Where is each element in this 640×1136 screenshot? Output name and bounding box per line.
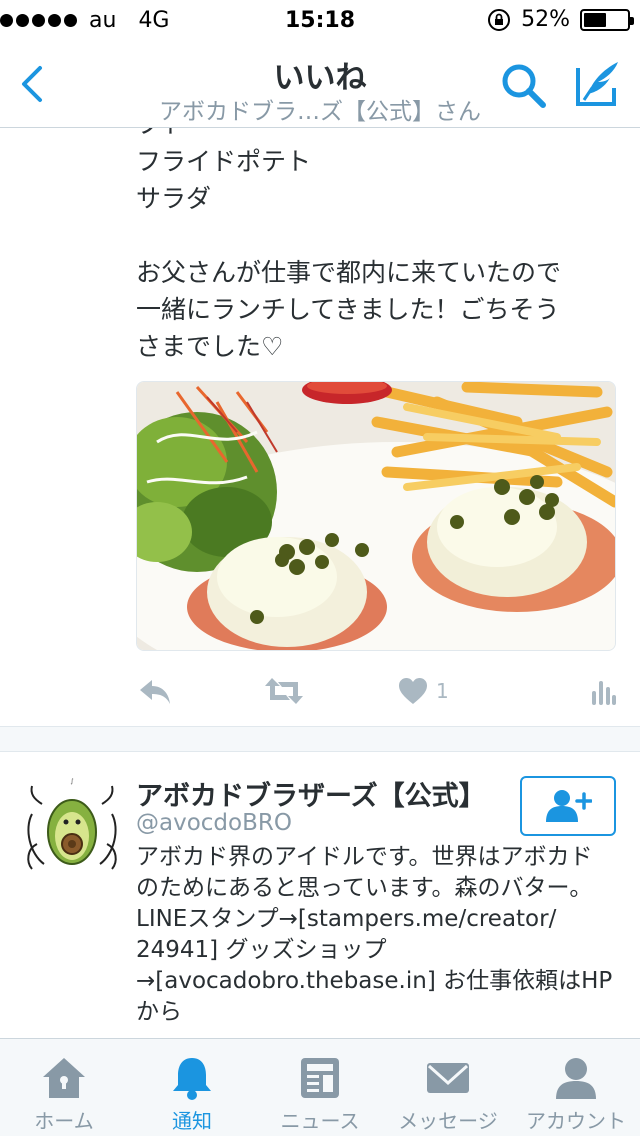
profile-handle: @avocdoBRO [136, 810, 292, 836]
bio-line: のためにあると思っています。森のバター。 [136, 875, 593, 901]
tweet-line: フライドポテト [136, 147, 312, 176]
heart-icon [399, 678, 427, 704]
battery-icon [580, 8, 634, 31]
bio-line: LINEスタンプ→[stampers.me/creator/ [136, 906, 557, 932]
bell-icon [173, 1058, 211, 1100]
status-right: 52% [487, 7, 634, 32]
news-icon [301, 1058, 339, 1098]
tweet-line: さまでした♡ [136, 332, 284, 361]
retweet-button[interactable] [264, 669, 304, 713]
status-bar: au 4G 15:18 52% [0, 0, 640, 40]
envelope-icon [427, 1063, 469, 1093]
section-separator [0, 726, 640, 752]
food-photo [137, 382, 615, 650]
bio-line: アボカド界のアイドルです。世界はアボカド [136, 844, 593, 870]
retweet-icon [265, 678, 303, 704]
like-button[interactable]: 1 [398, 669, 449, 713]
avocado-avatar-icon: ∫ [22, 774, 122, 874]
tab-messages[interactable]: メッセージ [384, 1039, 512, 1136]
orientation-lock-icon [488, 8, 511, 31]
avatar[interactable]: ∫ [22, 774, 122, 874]
tweet-line: お父さんが仕事で都内に来ていたので [136, 258, 562, 287]
tab-news[interactable]: ニュース [256, 1039, 384, 1136]
tweet-line [136, 217, 616, 254]
tweet-text: フト フライドポテト サラダ お父さんが仕事で都内に来ていたので 一緒にランチし… [136, 128, 616, 365]
analytics-icon [592, 681, 616, 705]
tab-home-label: ホーム [34, 1109, 94, 1133]
bio-line: 24941] グッズショップ [136, 937, 387, 963]
bio-line: →[avocadobro.thebase.in] お仕事依頼はHP [136, 968, 613, 994]
analytics-button[interactable] [592, 669, 616, 713]
battery-percent: 52% [521, 7, 570, 32]
tweet-line: フト [136, 128, 616, 143]
bio-line: から [136, 999, 182, 1025]
profile-bio: アボカド界のアイドルです。世界はアボカド のためにあると思っています。森のバター… [136, 842, 626, 1028]
tweet-actions: 1 [0, 669, 640, 713]
svg-text:∫: ∫ [70, 778, 73, 785]
reply-button[interactable] [138, 669, 172, 713]
tab-account[interactable]: アカウント [512, 1039, 640, 1136]
tab-messages-label: メッセージ [398, 1109, 498, 1133]
like-count: 1 [436, 679, 449, 703]
search-icon[interactable] [498, 60, 548, 110]
tab-notifications[interactable]: 通知 [128, 1039, 256, 1136]
navigation-bar: いいね アボカドブラ…ズ【公式】さん [0, 40, 640, 128]
follow-button[interactable] [520, 776, 616, 836]
tab-news-label: ニュース [280, 1109, 360, 1133]
tab-bar: ホーム 通知 ニュース メッセージ アカウント [0, 1038, 640, 1136]
tweet[interactable]: フト フライドポテト サラダ お父さんが仕事で都内に来ていたので 一緒にランチし… [0, 128, 640, 726]
tweet-line: サラダ [136, 184, 212, 213]
tab-notifications-label: 通知 [172, 1109, 212, 1133]
battery-level [584, 12, 606, 27]
compose-icon[interactable] [570, 58, 622, 110]
home-icon [43, 1058, 85, 1098]
profile-name[interactable]: アボカドブラザーズ【公式】 [136, 774, 486, 813]
profile-card[interactable]: ∫ アボカドブラザーズ【公式】 @avocdoBRO アボカド界のアイドルです。… [0, 752, 640, 1036]
tweet-photo[interactable] [136, 381, 616, 651]
add-user-icon [546, 790, 592, 822]
tab-account-label: アカウント [526, 1109, 626, 1133]
reply-icon [140, 680, 170, 704]
tab-home[interactable]: ホーム [0, 1039, 128, 1136]
person-icon [556, 1058, 596, 1099]
tweet-line: 一緒にランチしてきました！ごちそう [136, 295, 560, 324]
